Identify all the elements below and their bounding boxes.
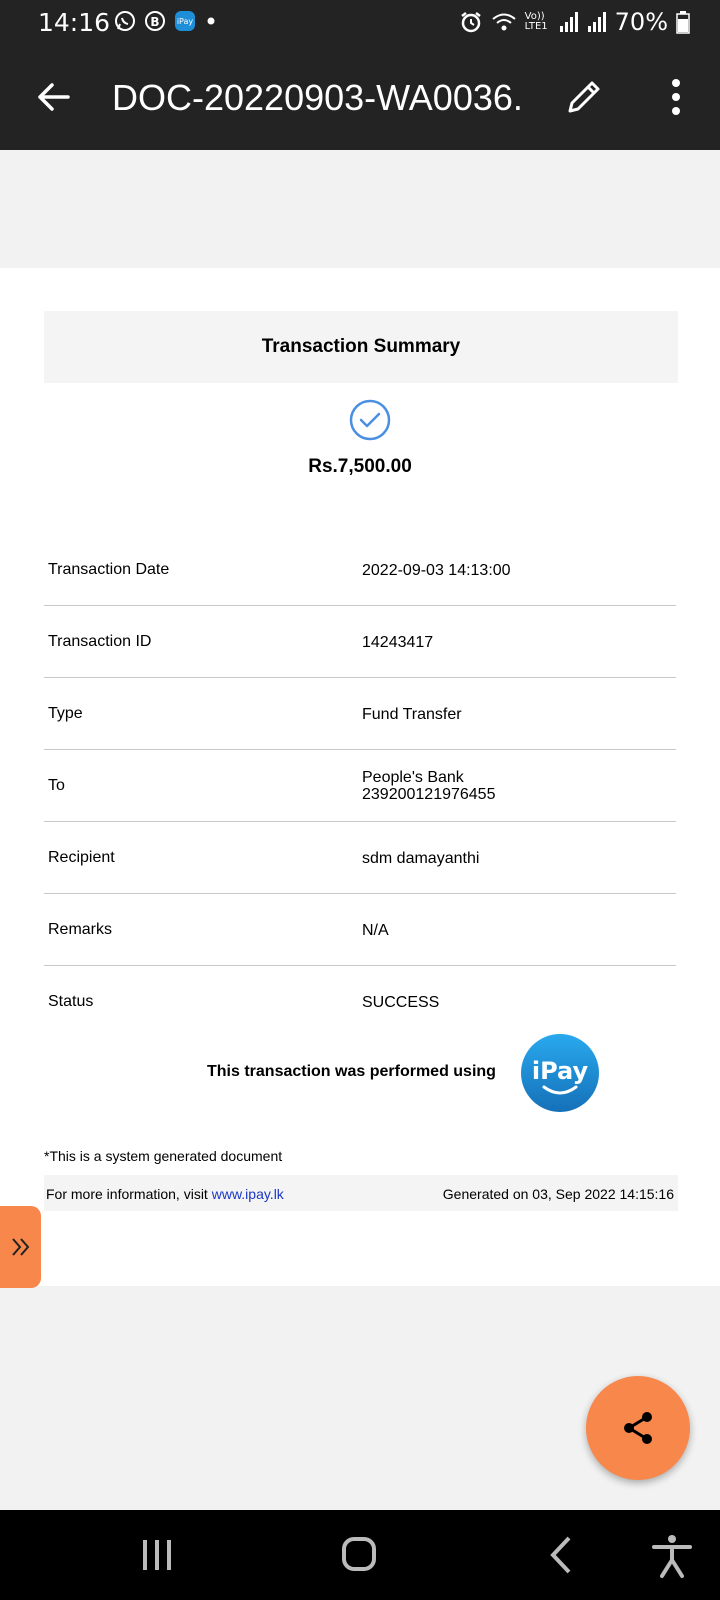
row-value-account: 239200121976455	[362, 786, 496, 803]
info-bar: For more information, visit www.ipay.lk …	[44, 1175, 678, 1211]
summary-heading: Transaction Summary	[44, 311, 678, 383]
back-nav-icon[interactable]	[531, 1530, 591, 1580]
generated-timestamp: Generated on 03, Sep 2022 14:15:16	[442, 1186, 674, 1202]
navigation-bar	[0, 1510, 720, 1600]
row-value: N/A	[362, 921, 389, 939]
row-value: sdm damayanthi	[362, 849, 480, 867]
signal-icon	[587, 12, 606, 32]
arrow-back-icon[interactable]	[34, 77, 74, 117]
network-type-label: Vo)) LTE1	[524, 11, 548, 32]
row-label: Transaction Date	[48, 561, 170, 578]
system-note: *This is a system generated document	[44, 1148, 283, 1164]
share-icon	[624, 1412, 652, 1444]
row-label: Type	[48, 705, 83, 722]
performed-using: This transaction was performed using iPa…	[0, 1033, 720, 1113]
table-row: Type Fund Transfer	[44, 678, 676, 750]
battery-icon	[676, 11, 690, 34]
home-icon[interactable]	[329, 1530, 389, 1580]
document-page: Transaction Summary Rs.7,500.00 Transact…	[0, 268, 720, 1286]
accessibility-icon[interactable]	[642, 1530, 702, 1580]
more-vert-icon[interactable]	[656, 75, 696, 119]
row-value: 2022-09-03 14:13:00	[362, 561, 511, 579]
row-value: Fund Transfer	[362, 705, 462, 723]
business-icon: B	[145, 11, 165, 31]
check-circle-icon	[349, 399, 391, 441]
table-row: To People's Bank 239200121976455	[44, 750, 676, 822]
document-title: DOC-20220903-WA0036.	[112, 77, 523, 118]
wifi-icon	[492, 13, 516, 31]
row-label: Remarks	[48, 921, 113, 938]
recent-apps-icon[interactable]	[127, 1530, 187, 1580]
table-row: Transaction Date 2022-09-03 14:13:00	[44, 534, 676, 606]
row-label: Transaction ID	[48, 633, 152, 650]
info-prefix: For more information, visit	[46, 1186, 212, 1202]
alarm-icon	[460, 12, 481, 33]
table-row: Status SUCCESS	[44, 966, 676, 1038]
row-label: Status	[48, 993, 94, 1010]
ipay-logo-text: iPay	[532, 1057, 589, 1085]
app-bar: DOC-20220903-WA0036.	[0, 45, 720, 150]
dot-icon	[207, 17, 215, 25]
table-row: Transaction ID 14243417	[44, 606, 676, 678]
pencil-icon[interactable]	[562, 75, 606, 119]
row-value: People's Bank	[362, 769, 464, 786]
side-panel-toggle[interactable]	[0, 1206, 41, 1288]
ipay-icon: iPay	[175, 11, 195, 31]
table-row: Recipient sdm damayanthi	[44, 822, 676, 894]
row-label: Recipient	[48, 849, 115, 866]
performed-text: This transaction was performed using	[207, 1063, 496, 1080]
battery-percent: 70%	[614, 8, 668, 36]
whatsapp-icon	[115, 11, 135, 31]
transaction-amount: Rs.7,500.00	[308, 456, 412, 477]
status-value: SUCCESS	[362, 993, 440, 1011]
notification-icons: B iPay	[114, 10, 218, 32]
table-row: Remarks N/A	[44, 894, 676, 966]
row-value: 14243417	[362, 633, 434, 651]
system-icons: Vo)) LTE1 70%	[459, 8, 690, 36]
svg-text:iPay: iPay	[177, 17, 194, 26]
signal-icon	[559, 12, 578, 32]
svg-text:B: B	[150, 15, 159, 29]
status-time: 14:16	[38, 8, 111, 37]
info-text: For more information, visit www.ipay.lk	[46, 1186, 284, 1202]
status-bar: 14:16 B iPay Vo)) LTE1 70%	[0, 0, 720, 45]
row-label: To	[48, 777, 65, 794]
double-chevron-right-icon	[12, 1238, 30, 1256]
ipay-logo: iPay	[521, 1034, 599, 1112]
transaction-details: Transaction Date 2022-09-03 14:13:00 Tra…	[44, 534, 676, 1038]
website-link[interactable]: www.ipay.lk	[212, 1186, 284, 1202]
share-button[interactable]	[586, 1376, 690, 1480]
